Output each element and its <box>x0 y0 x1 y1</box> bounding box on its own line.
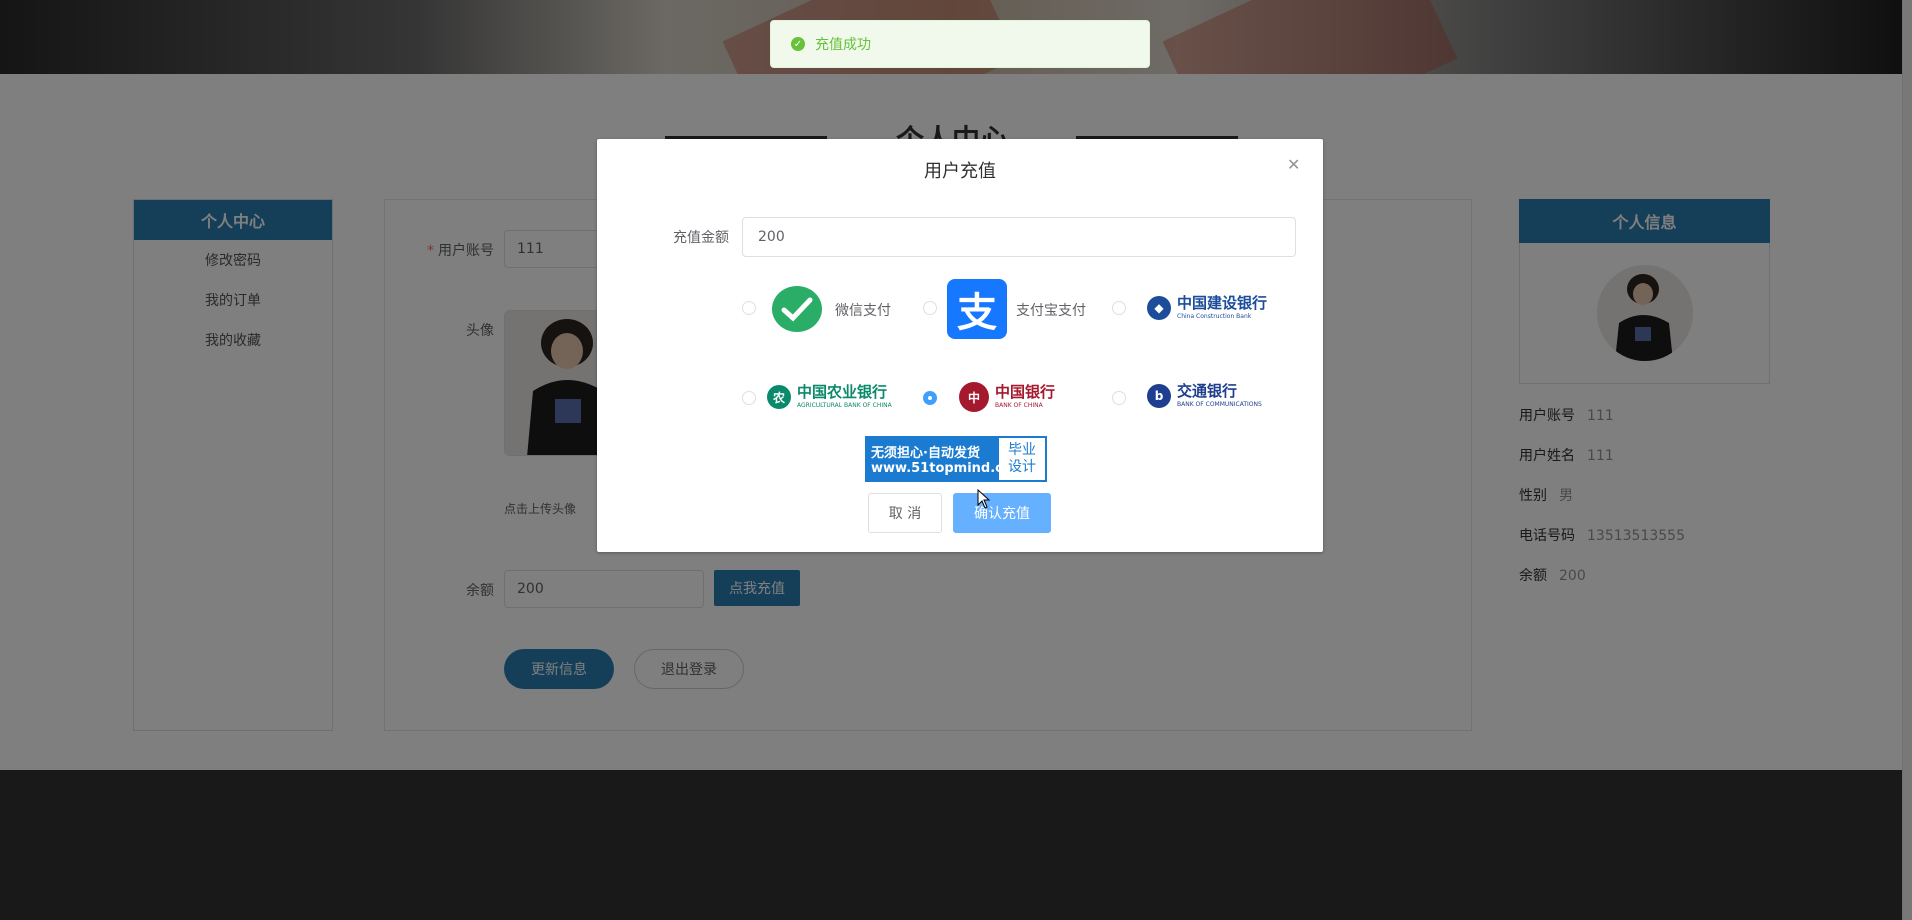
wechat-check-icon <box>781 297 813 322</box>
abc-logo[interactable]: 农 中国农业银行 AGRICULTURAL BANK OF CHINA <box>767 385 892 409</box>
wechat-pay-icon[interactable] <box>772 286 822 332</box>
bocom-logo[interactable]: b 交通银行 BANK OF COMMUNICATIONS <box>1147 384 1262 408</box>
boc-emblem-icon: 中 <box>959 382 989 412</box>
amount-label: 充值金额 <box>673 230 729 246</box>
watermark-badge: 无须担心·自动发货 www.51topmind.com 毕业 设计 <box>865 436 1047 482</box>
watermark-right: 毕业 设计 <box>999 438 1045 480</box>
ccb-emblem-icon: ◆ <box>1147 296 1171 320</box>
radio-alipay[interactable] <box>923 301 937 315</box>
radio-bocom[interactable] <box>1112 391 1126 405</box>
watermark-line1: 无须担心·自动发货 <box>871 446 980 461</box>
bocom-emblem-icon: b <box>1147 384 1171 408</box>
amount-input[interactable]: 200 <box>742 217 1296 257</box>
close-icon[interactable]: ✕ <box>1287 155 1300 174</box>
toast-message: 充值成功 <box>815 37 871 53</box>
recharge-dialog: 用户充值 ✕ 充值金额 200 微信支付 支 支付宝支付 ◆ 中国建设银行 Chi… <box>597 139 1323 552</box>
alipay-label[interactable]: 支付宝支付 <box>1016 300 1086 320</box>
alipay-icon[interactable]: 支 <box>947 279 1007 339</box>
abc-emblem-icon: 农 <box>767 385 791 409</box>
success-toast: ✓ 充值成功 <box>770 20 1150 68</box>
radio-ccb[interactable] <box>1112 301 1126 315</box>
watermark-right1: 毕业 <box>1008 442 1036 459</box>
dialog-title: 用户充值 <box>924 161 996 182</box>
radio-abc[interactable] <box>742 391 756 405</box>
wechat-pay-label[interactable]: 微信支付 <box>835 300 891 320</box>
mouse-cursor-icon <box>977 488 991 513</box>
radio-boc[interactable] <box>923 391 937 405</box>
dialog-confirm-button[interactable]: 确认充值 <box>953 493 1051 533</box>
boc-logo[interactable]: 中 中国银行 BANK OF CHINA <box>959 382 1055 412</box>
dialog-cancel-button[interactable]: 取 消 <box>868 493 942 533</box>
ccb-logo[interactable]: ◆ 中国建设银行 China Construction Bank <box>1147 296 1267 320</box>
watermark-line2: www.51topmind.com <box>871 461 1026 476</box>
radio-wechat-pay[interactable] <box>742 301 756 315</box>
success-check-icon: ✓ <box>791 37 805 51</box>
watermark-right2: 设计 <box>1008 459 1036 475</box>
watermark-left: 无须担心·自动发货 www.51topmind.com <box>867 438 1026 480</box>
